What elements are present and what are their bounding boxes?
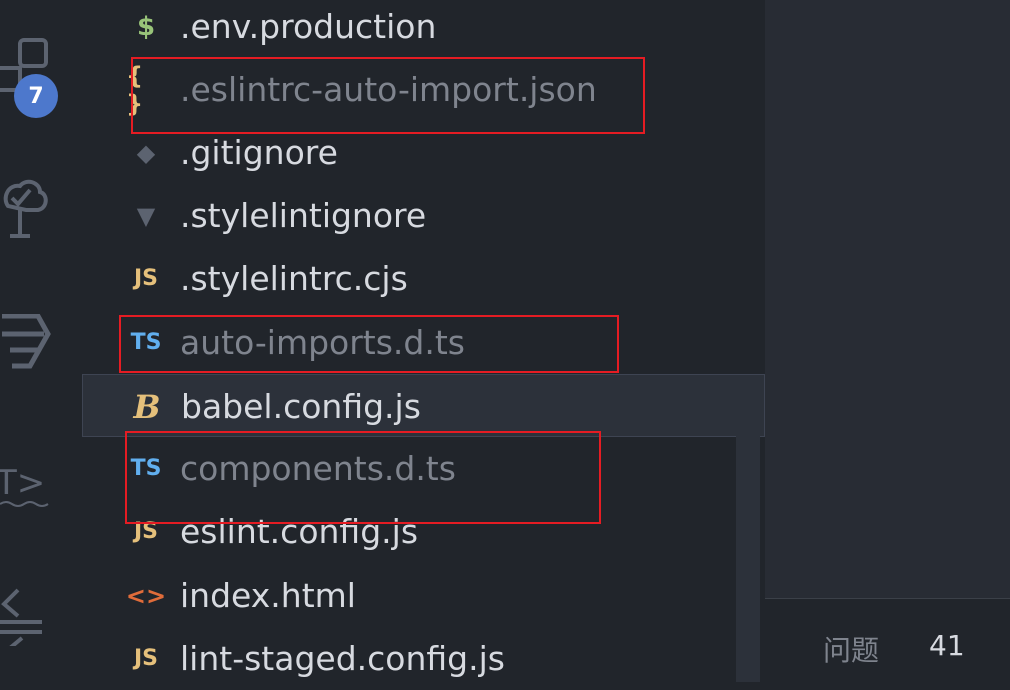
highlight-box-components [125, 431, 601, 524]
file-row-babel-config[interactable]: B babel.config.js [82, 374, 765, 437]
svg-text:T>: T> [0, 463, 45, 503]
file-row-env-production[interactable]: $ .env.production [82, 0, 765, 58]
file-row-index-html[interactable]: <> index.html [82, 564, 765, 627]
problems-tab[interactable]: 问题 [823, 629, 879, 669]
template-icon[interactable]: T> [0, 452, 60, 512]
stylelint-icon[interactable] [0, 314, 60, 374]
scrollbar-thumb[interactable] [736, 385, 760, 682]
file-name: .stylelintrc.cjs [180, 259, 408, 298]
highlight-box-auto-imports [119, 315, 619, 373]
timeline-icon[interactable] [0, 586, 60, 646]
babel-icon: B [133, 387, 161, 426]
js-icon: JS [133, 266, 159, 291]
file-row-stylelintignore[interactable]: ▼ .stylelintignore [82, 184, 765, 247]
html-icon: <> [125, 581, 167, 610]
file-explorer: $ .env.production { } .eslintrc-auto-imp… [82, 0, 765, 682]
file-name: babel.config.js [181, 387, 421, 426]
file-name: .env.production [180, 7, 437, 46]
file-row-lint-staged-config[interactable]: JS lint-staged.config.js [82, 627, 765, 690]
highlight-box-eslintrc [131, 57, 645, 134]
file-name: .stylelintignore [180, 196, 427, 235]
file-row-stylelintrc[interactable]: JS .stylelintrc.cjs [82, 247, 765, 310]
editor-area [765, 0, 1010, 598]
problems-count: 41 [929, 629, 965, 662]
activity-bar: 7 T> [0, 0, 82, 682]
dollar-icon: $ [136, 11, 156, 42]
stylelint-icon: ▼ [136, 201, 156, 230]
status-panel: 问题 41 [765, 598, 1010, 682]
file-name: index.html [180, 576, 356, 615]
extensions-badge: 7 [14, 74, 58, 118]
file-name: lint-staged.config.js [180, 639, 505, 678]
js-icon: JS [133, 646, 159, 671]
source-control-tree-icon[interactable] [0, 178, 60, 238]
